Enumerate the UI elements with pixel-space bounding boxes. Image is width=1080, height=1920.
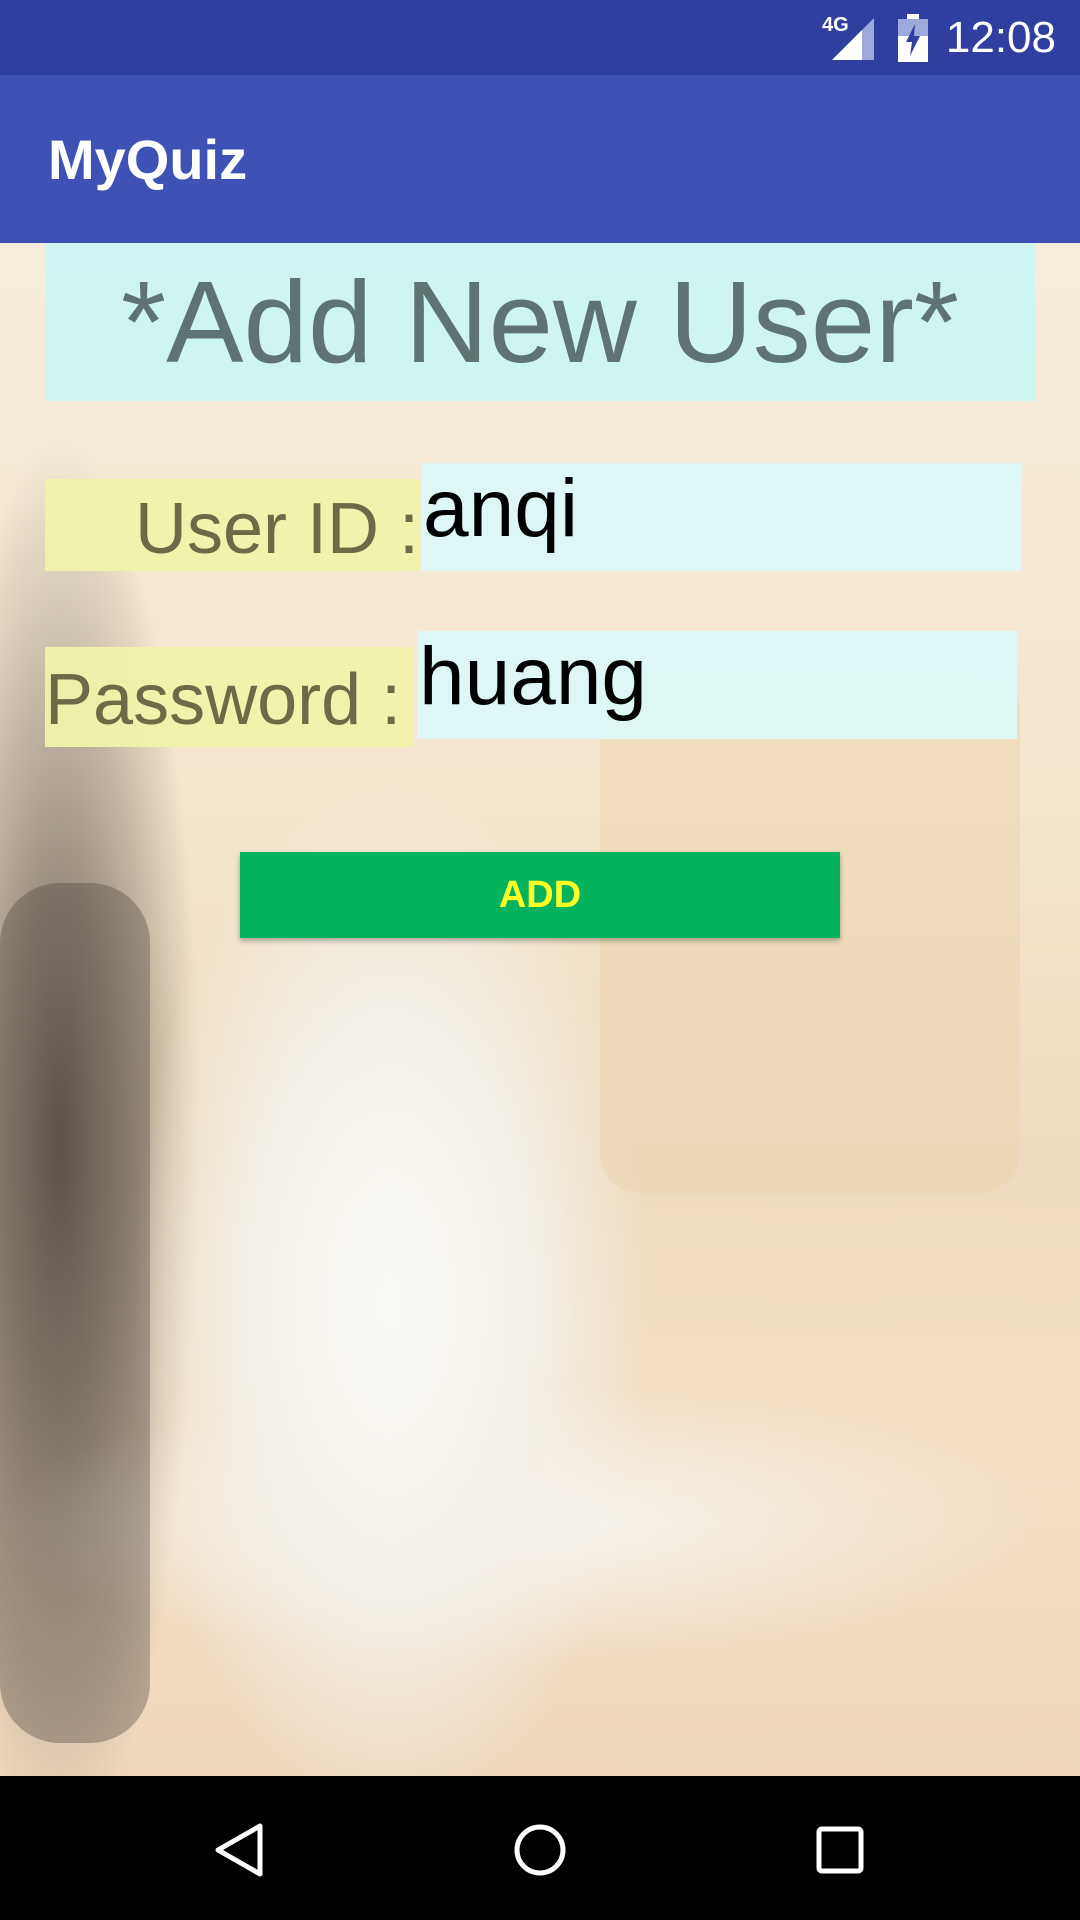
signal-icon: [832, 18, 874, 60]
navigation-bar: [0, 1776, 1080, 1920]
app-title: MyQuiz: [48, 128, 248, 191]
home-icon[interactable]: [510, 1820, 570, 1880]
status-time: 12:08: [945, 13, 1056, 62]
add-user-screen: *Add New User* User ID : anqi Password :…: [0, 243, 1080, 1776]
add-button[interactable]: ADD: [240, 852, 840, 938]
page-title: *Add New User*: [45, 243, 1035, 401]
user-id-input[interactable]: anqi: [421, 463, 1021, 571]
recent-apps-icon[interactable]: [810, 1820, 870, 1880]
password-label: Password :: [45, 647, 414, 747]
back-icon[interactable]: [210, 1820, 270, 1880]
user-id-label: User ID :: [45, 479, 419, 571]
app-bar: MyQuiz: [0, 75, 1080, 243]
background-photo-person: [0, 883, 150, 1743]
status-bar: 4G 12:08: [0, 0, 1080, 75]
password-input[interactable]: huang: [417, 631, 1017, 739]
battery-icon: [898, 14, 928, 62]
